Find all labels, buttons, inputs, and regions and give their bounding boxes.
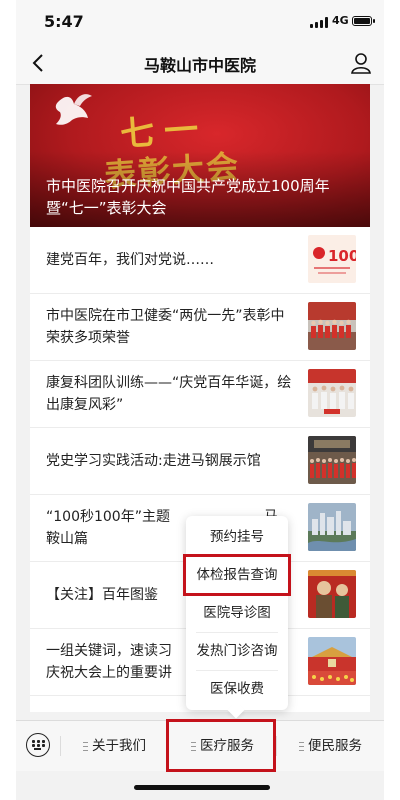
article-thumbnail bbox=[308, 503, 356, 551]
tab-label: 便民服务 bbox=[308, 738, 362, 754]
submenu-icon bbox=[83, 741, 88, 751]
article-title-part: 一组关键词，速读习 bbox=[46, 643, 172, 659]
article-title: 康复科团队训练——“庆党百年华诞，绘出康复风彩” bbox=[46, 375, 292, 413]
tab-label: 医疗服务 bbox=[200, 738, 254, 754]
phone-screen: 5:47 4G 马鞍山市中医院 七一 表彰大会 市中医院召开庆祝中国共产党成立1… bbox=[16, 0, 384, 800]
menu-item-checkup-report[interactable]: 体检报告查询 bbox=[186, 556, 288, 594]
article-thumbnail bbox=[308, 436, 356, 484]
article-thumbnail bbox=[308, 302, 356, 350]
article-thumbnail: 100 bbox=[308, 235, 356, 283]
tab-medical-services[interactable]: 医疗服务 bbox=[169, 721, 276, 771]
menu-item-insurance-fees[interactable]: 医保收费 bbox=[186, 670, 288, 708]
article-thumbnail bbox=[308, 637, 356, 685]
menu-item-appointment[interactable]: 预约挂号 bbox=[186, 518, 288, 556]
list-item[interactable]: 康复科团队训练——“庆党百年华诞，绘出康复风彩” bbox=[30, 361, 370, 428]
service-popup-menu: 预约挂号 体检报告查询 医院导诊图 发热门诊咨询 医保收费 bbox=[186, 516, 288, 710]
status-bar: 5:47 4G bbox=[16, 0, 384, 42]
menu-item-hospital-map[interactable]: 医院导诊图 bbox=[186, 594, 288, 632]
tab-label: 关于我们 bbox=[92, 738, 146, 754]
article-title: 党史学习实践活动:走进马钢展示馆 bbox=[46, 453, 261, 469]
article-title-part: “100秒100年”主题 bbox=[46, 509, 170, 525]
page-title: 马鞍山市中医院 bbox=[143, 56, 256, 75]
tab-convenience-services[interactable]: 便民服务 bbox=[277, 721, 384, 771]
battery-icon bbox=[352, 16, 375, 26]
tab-about-us[interactable]: 关于我们 bbox=[61, 721, 168, 771]
list-item[interactable]: 市中医院在市卫健委“两优一先”表彰中荣获多项荣誉 bbox=[30, 294, 370, 361]
featured-banner[interactable]: 七一 表彰大会 市中医院召开庆祝中国共产党成立100周年暨“七一”表彰大会 bbox=[30, 84, 370, 227]
submenu-icon bbox=[191, 741, 196, 751]
menu-item-fever-clinic[interactable]: 发热门诊咨询 bbox=[186, 632, 288, 670]
bottom-menu-bar: 关于我们 医疗服务 便民服务 bbox=[16, 720, 384, 771]
cellular-signal-icon bbox=[310, 17, 328, 28]
article-thumbnail bbox=[308, 369, 356, 417]
article-title: 市中医院在市卫健委“两优一先”表彰中荣获多项荣誉 bbox=[46, 308, 285, 346]
article-title: 建党百年，我们对党说…… bbox=[46, 252, 214, 268]
profile-icon[interactable] bbox=[348, 50, 374, 76]
list-item[interactable]: 建党百年，我们对党说…… 100 bbox=[30, 227, 370, 294]
article-title-line2: 鞍山篇 bbox=[46, 531, 88, 547]
banner-caption: 市中医院召开庆祝中国共产党成立100周年暨“七一”表彰大会 bbox=[46, 177, 330, 217]
back-icon[interactable] bbox=[26, 50, 52, 76]
status-time: 5:47 bbox=[44, 12, 84, 31]
list-item[interactable]: 党史学习实践活动:走进马钢展示馆 bbox=[30, 428, 370, 495]
network-type: 4G bbox=[332, 14, 349, 27]
svg-text:100: 100 bbox=[328, 247, 356, 265]
home-indicator bbox=[134, 785, 270, 790]
submenu-icon bbox=[299, 741, 304, 751]
keyboard-icon[interactable] bbox=[26, 733, 50, 757]
article-title-line2: 庆祝大会上的重要讲 bbox=[46, 665, 172, 681]
nav-bar: 马鞍山市中医院 bbox=[16, 42, 384, 85]
article-thumbnail bbox=[308, 570, 356, 618]
